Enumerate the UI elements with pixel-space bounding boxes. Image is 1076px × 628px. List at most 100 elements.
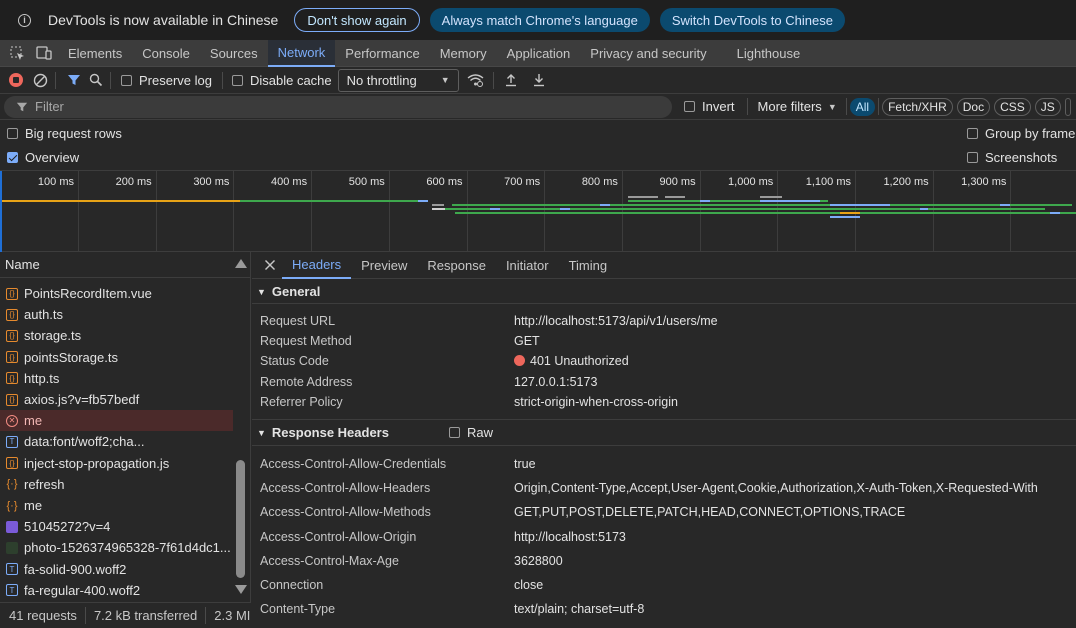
request-row[interactable]: {} http.ts [0, 368, 233, 389]
inspect-element-icon[interactable] [9, 46, 25, 60]
waterfall-bar [490, 208, 500, 210]
language-infobar: i DevTools is now available in Chinese D… [0, 0, 1076, 40]
tab-performance[interactable]: Performance [335, 40, 429, 67]
timeline-gridline [233, 171, 235, 252]
scrollbar-thumb[interactable] [236, 460, 245, 578]
filter-chip-all[interactable]: All [849, 97, 876, 116]
switch-to-chinese-button[interactable]: Switch DevTools to Chinese [659, 8, 845, 32]
request-row[interactable]: {} inject-stop-propagation.js [0, 453, 233, 474]
tab-initiator[interactable]: Initiator [496, 252, 559, 279]
tab-sources[interactable]: Sources [200, 40, 268, 67]
scroll-down-arrow-icon[interactable] [235, 585, 247, 594]
tab-application[interactable]: Application [497, 40, 581, 67]
device-toolbar-icon[interactable] [36, 46, 52, 60]
response-headers-section-header[interactable]: ▼ Response Headers Raw [252, 419, 1076, 446]
overview-checkbox[interactable] [7, 151, 18, 163]
header-value: 127.0.0.1:5173 [514, 374, 598, 389]
raw-checkbox[interactable] [448, 427, 460, 438]
image-file-icon [6, 541, 18, 554]
network-overview-timeline[interactable]: 100 ms 200 ms 300 ms 400 ms 500 ms 600 ms 700 … [0, 170, 1076, 252]
filter-funnel-icon[interactable] [67, 73, 81, 87]
big-request-rows-checkbox[interactable] [7, 127, 18, 139]
timeline-tick-label: 1,000 ms [728, 176, 774, 188]
tab-lighthouse[interactable]: Lighthouse [727, 40, 811, 67]
header-name: Access-Control-Allow-Origin [260, 529, 417, 544]
request-list-scrollbar[interactable] [235, 279, 247, 599]
group-by-frame-label: Group by frame [985, 125, 1076, 141]
tab-privacy-security[interactable]: Privacy and security [580, 40, 716, 67]
tab-timing[interactable]: Timing [559, 252, 618, 279]
network-conditions-icon[interactable] [467, 73, 484, 87]
filter-input[interactable]: Filter [4, 95, 672, 118]
timeline-tick-label: 1,200 ms [883, 176, 929, 188]
header-row: Remote Address 127.0.0.1:5173 [252, 375, 1076, 395]
dont-show-again-button[interactable]: Don't show again [294, 8, 420, 32]
waterfall-bar [830, 216, 860, 218]
tab-preview[interactable]: Preview [351, 252, 417, 279]
request-row[interactable]: {} auth.ts [0, 304, 233, 325]
status-code-text: 401 Unauthorized [530, 354, 629, 369]
search-icon[interactable] [89, 73, 103, 87]
tab-elements[interactable]: Elements [58, 40, 132, 67]
waterfall-bar [600, 204, 610, 206]
timeline-gridline [78, 171, 79, 252]
group-by-frame-checkbox[interactable] [967, 127, 978, 139]
export-har-icon[interactable] [532, 73, 546, 87]
tab-network[interactable]: Network [267, 39, 336, 67]
timeline-gridline [311, 171, 313, 252]
screenshots-label: Screenshots [985, 149, 1058, 165]
header-value: 401 Unauthorized [514, 354, 629, 368]
waterfall-bar [432, 204, 444, 206]
header-value: GET,PUT,POST,DELETE,PATCH,HEAD,CONNECT,O… [514, 505, 906, 520]
close-icon[interactable] [264, 259, 276, 271]
request-row[interactable]: {·} me [0, 495, 233, 516]
big-request-rows-label: Big request rows [25, 125, 122, 141]
tab-memory[interactable]: Memory [430, 40, 497, 67]
request-row[interactable]: Tfa-solid-900.woff2 [0, 559, 233, 580]
clear-icon[interactable] [33, 73, 48, 88]
screenshots-checkbox[interactable] [967, 151, 978, 163]
record-stop-icon[interactable] [9, 73, 23, 87]
transferred-size: 7.2 kB transferred [93, 608, 198, 623]
header-name: Access-Control-Allow-Headers [260, 481, 431, 496]
request-row[interactable]: photo-1526374965328-7f61d4dc1... [0, 537, 233, 558]
filter-chip-fetch-xhr[interactable]: Fetch/XHR [882, 97, 953, 116]
waterfall-bar [760, 196, 782, 198]
throttling-select[interactable]: No throttling ▼ [337, 68, 459, 92]
network-status-bar: 41 requests 7.2 kB transferred 2.3 MI [0, 602, 251, 628]
filter-chip-overflow[interactable] [1064, 97, 1071, 116]
header-name: Access-Control-Allow-Credentials [260, 457, 447, 471]
request-row[interactable]: 51045272?v=4 [0, 516, 233, 537]
invert-checkbox[interactable] [684, 101, 695, 112]
request-row[interactable]: {} pointsStorage.ts [0, 347, 233, 368]
request-row[interactable]: {} PointsRecordItem.vue [0, 283, 233, 304]
request-name: 51045272?v=4 [24, 519, 111, 535]
general-section-header[interactable]: ▼ General [252, 280, 1076, 304]
name-column-label: Name [5, 257, 40, 272]
disable-cache-checkbox[interactable] [231, 74, 243, 86]
always-match-language-button[interactable]: Always match Chrome's language [429, 8, 650, 32]
request-row[interactable]: Tdata:font/woff2;cha... [0, 431, 233, 452]
disable-cache-label: Disable cache [249, 72, 332, 88]
tab-headers[interactable]: Headers [282, 252, 352, 279]
tab-console[interactable]: Console [132, 40, 200, 67]
request-name: axios.js?v=fb57bedf [24, 392, 140, 407]
preserve-log-checkbox[interactable] [121, 74, 132, 86]
request-row[interactable]: {·} refresh [0, 474, 233, 495]
tab-response[interactable]: Response [417, 252, 496, 279]
script-file-icon: {} [6, 393, 18, 406]
request-list: Name {} PointsRecordItem.vue {} auth.ts {} st… [0, 252, 251, 628]
filter-chip-css[interactable]: CSS [994, 97, 1031, 116]
filter-chip-doc[interactable]: Doc [956, 97, 991, 116]
import-har-icon[interactable] [504, 73, 518, 87]
request-row[interactable]: {} storage.ts [0, 325, 233, 346]
request-row[interactable]: ✕ me [0, 410, 233, 432]
name-column-header[interactable]: Name [0, 252, 250, 278]
font-file-icon: T [6, 435, 18, 448]
request-row[interactable]: {} axios.js?v=fb57bedf [0, 389, 233, 410]
request-name: fa-regular-400.woff2 [24, 582, 141, 598]
filter-chip-js[interactable]: JS [1034, 97, 1061, 116]
waterfall-bar [665, 196, 685, 198]
more-filters-button[interactable]: More filters ▼ [758, 99, 837, 114]
request-row[interactable]: Tfa-regular-400.woff2 [0, 580, 233, 601]
